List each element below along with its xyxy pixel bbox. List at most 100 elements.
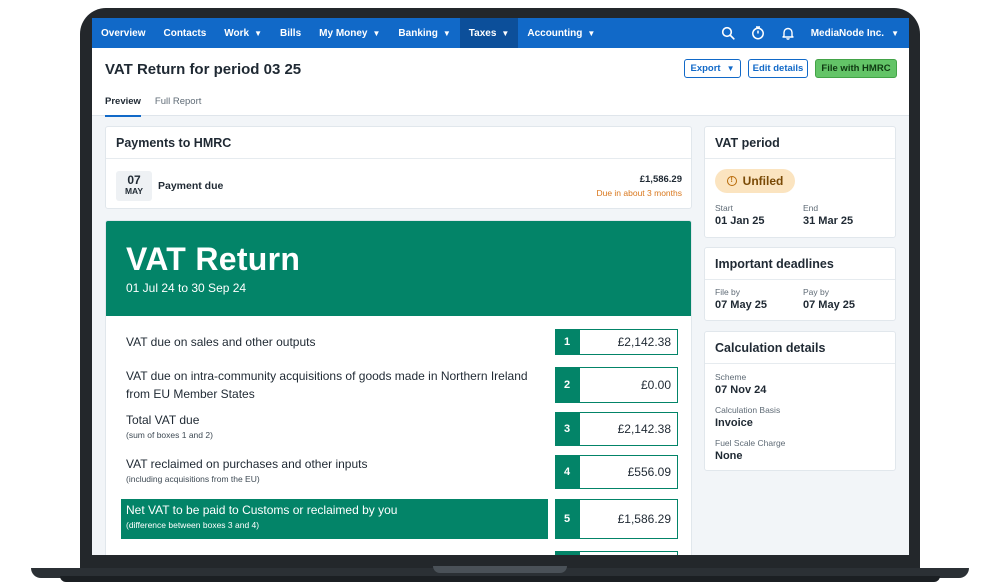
- page-header: VAT Return for period 03 25 Export ▼ Edit…: [92, 48, 909, 117]
- chevron-down-icon: ▼: [254, 28, 263, 38]
- tab-full-report[interactable]: Full Report: [155, 96, 201, 117]
- nav-label: Accounting: [527, 27, 583, 39]
- top-nav: Overview Contacts Work ▼ Bills My Money ▼ …: [92, 18, 909, 48]
- fuel-label: Fuel Scale Charge: [715, 438, 786, 448]
- warning-icon: !: [726, 176, 737, 186]
- nav-bills[interactable]: Bills: [271, 18, 310, 48]
- calculation-title: Calculation details: [705, 332, 895, 364]
- nav-label: Taxes: [468, 27, 497, 39]
- vat-box-row: VAT due on sales and other outputs 1 £2,…: [106, 329, 691, 355]
- nav-label: Bills: [280, 27, 302, 39]
- vat-box-value: £2,142.38: [579, 329, 678, 355]
- calculation-card: Calculation details Scheme 07 Nov 24 Cal…: [704, 331, 896, 471]
- vat-period-card: VAT period ! Unfiled Start 01 Jan 25 End …: [704, 126, 896, 238]
- pay-by: Pay by 07 May 25: [803, 287, 855, 313]
- vat-box-value: £1,586.29: [579, 499, 678, 539]
- vat-box-number: 4: [555, 455, 579, 489]
- vat-box-row: Total VAT due (sum of boxes 1 and 2) 3 £…: [106, 411, 691, 446]
- chevron-down-icon: ▼: [891, 28, 899, 38]
- deadlines-title: Important deadlines: [705, 248, 895, 280]
- basis-label: Calculation Basis: [715, 405, 781, 415]
- scheme-value: 07 Nov 24: [715, 384, 767, 396]
- vat-box-number: 2: [555, 367, 579, 403]
- timer-icon[interactable]: [743, 18, 773, 48]
- basis-value: Invoice: [715, 417, 753, 429]
- nav-contacts[interactable]: Contacts: [154, 18, 215, 48]
- bell-icon[interactable]: [773, 18, 803, 48]
- nav-my-money[interactable]: My Money ▼: [310, 18, 389, 48]
- file-by-value: 07 May 25: [715, 299, 767, 311]
- fuel-scale-charge: Fuel Scale Charge None: [715, 438, 785, 464]
- payments-title: Payments to HMRC: [106, 127, 691, 159]
- status-text: Unfiled: [742, 174, 784, 188]
- export-label: Export: [690, 63, 721, 74]
- pay-by-value: 07 May 25: [803, 299, 855, 311]
- vat-return-title: VAT Return: [126, 241, 301, 277]
- nav-label: My Money: [319, 27, 368, 39]
- vat-period-title: VAT period: [705, 127, 895, 159]
- status-badge: ! Unfiled: [715, 169, 795, 193]
- export-button[interactable]: Export ▼: [684, 59, 741, 78]
- fuel-value: None: [715, 450, 743, 462]
- deadlines-card: Important deadlines File by 07 May 25 Pa…: [704, 247, 896, 321]
- vat-box-label: Net VAT to be paid to Customs or reclaim…: [126, 503, 398, 517]
- vat-box-value: £556.09: [579, 455, 678, 489]
- vat-box-value: [579, 551, 678, 555]
- nav-label: Banking: [398, 27, 438, 39]
- nav-taxes[interactable]: Taxes ▼: [459, 18, 519, 48]
- payment-amount: £1,586.29: [639, 174, 682, 185]
- edit-details-button[interactable]: Edit details: [748, 59, 808, 78]
- report-tabs: Preview Full Report: [105, 96, 215, 117]
- payment-date: 07 MAY: [116, 171, 152, 201]
- file-by-label: File by: [715, 287, 741, 297]
- search-icon[interactable]: [713, 18, 743, 48]
- nav-label: Work: [224, 27, 250, 39]
- vat-box-text: Total VAT due (sum of boxes 1 and 2): [126, 411, 531, 441]
- chevron-down-icon: ▼: [726, 64, 735, 73]
- vat-box-row: VAT reclaimed on purchases and other inp…: [106, 455, 691, 489]
- nav-overview[interactable]: Overview: [92, 18, 154, 48]
- nav-accounting[interactable]: Accounting ▼: [518, 18, 604, 48]
- vat-box-number: 3: [555, 412, 579, 446]
- vat-box-note: (sum of boxes 1 and 2): [126, 430, 213, 440]
- laptop-notch: [433, 566, 567, 573]
- end-label: End: [803, 203, 819, 213]
- vat-return-header: VAT Return 01 Jul 24 to 30 Sep 24: [106, 221, 691, 316]
- vat-box-note: (difference between boxes 3 and 4): [126, 520, 260, 530]
- vat-box-label: VAT due on intra-community acquisitions …: [126, 369, 528, 401]
- vat-box-row-net: Net VAT to be paid to Customs or reclaim…: [106, 499, 691, 539]
- chevron-down-icon: ▼: [501, 28, 510, 38]
- vat-box-text: Net VAT to be paid to Customs or reclaim…: [126, 501, 531, 531]
- vat-box-number: 5: [555, 499, 579, 539]
- nav-label: Overview: [101, 27, 146, 39]
- nav-work[interactable]: Work ▼: [215, 18, 271, 48]
- payment-label: Payment due: [158, 180, 224, 192]
- vat-box-value: £0.00: [579, 367, 678, 403]
- vat-box-label: Total VAT due: [126, 413, 200, 427]
- vat-box-label: VAT due on sales and other outputs: [126, 335, 316, 349]
- tab-preview[interactable]: Preview: [105, 96, 141, 117]
- chevron-down-icon: ▼: [587, 28, 596, 38]
- chevron-down-icon: ▼: [442, 28, 451, 38]
- page-title: VAT Return for period 03 25: [105, 61, 302, 78]
- payment-due-text: Due in about 3 months: [596, 188, 682, 198]
- end-date: End 31 Mar 25: [803, 203, 853, 229]
- payments-card: Payments to HMRC 07 MAY Payment due £1,5…: [105, 126, 692, 209]
- payment-day: 07: [127, 173, 141, 187]
- end-value: 31 Mar 25: [803, 215, 854, 227]
- vat-box-row-partial: [106, 551, 691, 555]
- laptop-base-shadow: [60, 576, 940, 582]
- pay-by-label: Pay by: [803, 287, 829, 297]
- file-with-hmrc-button[interactable]: File with HMRC: [815, 59, 897, 78]
- app-screen: Overview Contacts Work ▼ Bills My Money ▼ …: [92, 18, 909, 555]
- vat-box-label: VAT reclaimed on purchases and other inp…: [126, 457, 368, 471]
- vat-return-card: VAT Return 01 Jul 24 to 30 Sep 24 VAT du…: [105, 220, 692, 555]
- start-value: 01 Jan 25: [715, 215, 765, 227]
- nav-banking[interactable]: Banking ▼: [389, 18, 459, 48]
- vat-box-number: 1: [555, 329, 579, 355]
- chevron-down-icon: ▼: [372, 28, 381, 38]
- start-label: Start: [715, 203, 733, 213]
- org-name: MediaNode Inc.: [810, 27, 885, 39]
- org-switcher[interactable]: MediaNode Inc. ▼: [803, 28, 909, 39]
- calculation-basis: Calculation Basis Invoice: [715, 405, 780, 431]
